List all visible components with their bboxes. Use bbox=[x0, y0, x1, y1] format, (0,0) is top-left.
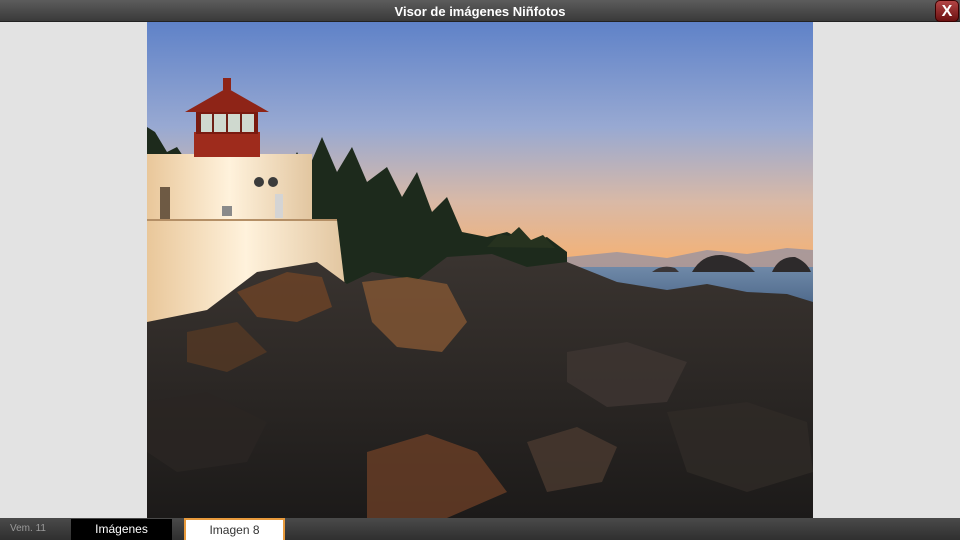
lighthouse-photo bbox=[147, 22, 813, 518]
tab-images[interactable]: Imágenes bbox=[71, 519, 172, 540]
displayed-photo[interactable] bbox=[147, 22, 813, 518]
close-button[interactable]: X bbox=[935, 0, 959, 22]
tab-current-image[interactable]: Imagen 8 bbox=[184, 518, 285, 540]
window-title: Visor de imágenes Niñfotos bbox=[394, 4, 566, 19]
version-label: Vem. 11 bbox=[10, 523, 46, 534]
title-bar: Visor de imágenes Niñfotos X bbox=[0, 0, 960, 22]
image-viewer bbox=[0, 22, 960, 518]
status-bar: Vem. 11 Imágenes Imagen 8 bbox=[0, 518, 960, 540]
